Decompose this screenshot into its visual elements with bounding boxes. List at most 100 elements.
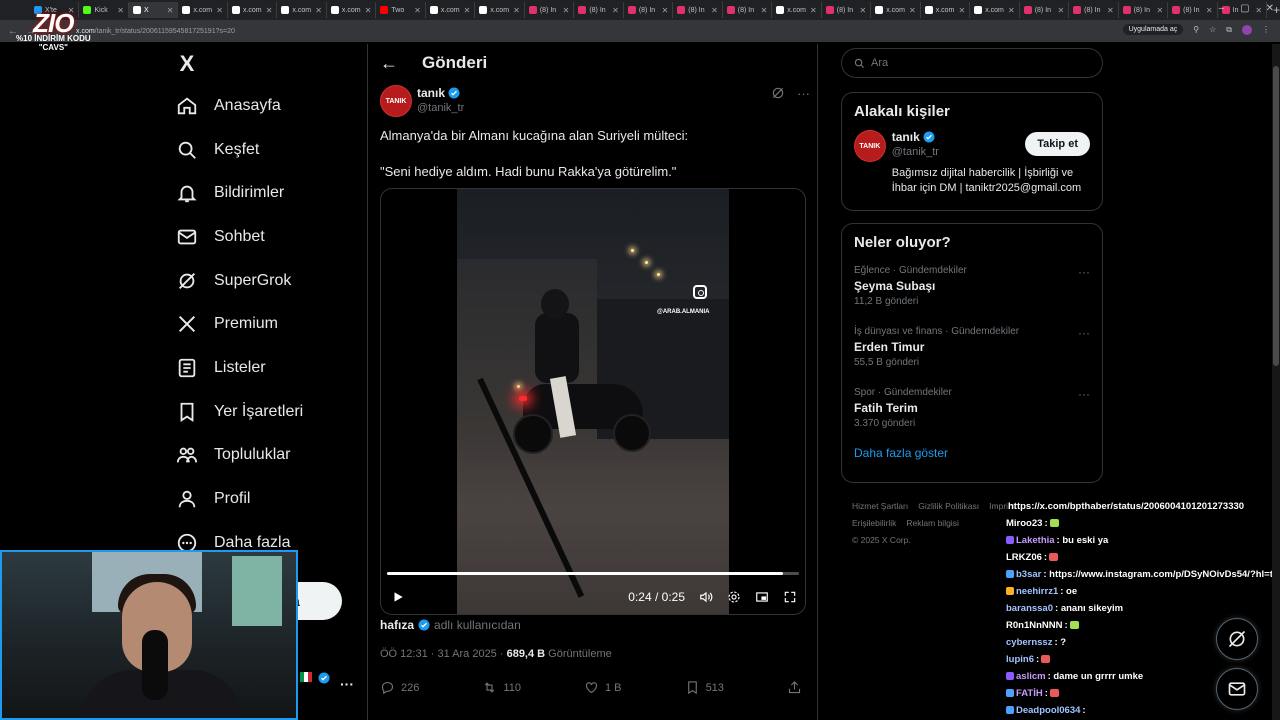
browser-tab[interactable]: x.com ✕ xyxy=(426,2,476,18)
tab-close-icon[interactable]: ✕ xyxy=(959,6,966,15)
browser-tab[interactable]: (8) In ✕ xyxy=(673,2,723,18)
show-more-link[interactable]: Daha fazla göster xyxy=(842,442,1102,470)
tab-close-icon[interactable]: ✕ xyxy=(266,6,273,15)
tab-close-icon[interactable]: ✕ xyxy=(1008,6,1015,15)
chat-username[interactable]: b3sar xyxy=(1016,569,1041,580)
tab-close-icon[interactable]: ✕ xyxy=(1206,6,1213,15)
repost-button[interactable]: 110 xyxy=(482,680,521,695)
chat-username[interactable]: FATİH xyxy=(1016,688,1043,699)
follow-button[interactable]: Takip et xyxy=(1025,132,1090,156)
browser-tab[interactable]: x.com ✕ xyxy=(475,2,525,18)
url-field[interactable]: x.com/tanik_tr/status/200611595458172519… xyxy=(76,28,235,35)
new-tab-button[interactable]: + xyxy=(1273,3,1280,17)
messages-fab-button[interactable] xyxy=(1216,668,1258,710)
browser-tab[interactable]: x.com ✕ xyxy=(921,2,971,18)
tab-close-icon[interactable]: ✕ xyxy=(315,6,322,15)
footer-link[interactable]: Hizmet Şartları xyxy=(852,501,908,511)
share-button[interactable] xyxy=(787,680,802,695)
minimize-icon[interactable]: – xyxy=(1219,3,1225,14)
browser-tab[interactable]: (8) In ✕ xyxy=(574,2,624,18)
tab-close-icon[interactable]: ✕ xyxy=(1156,6,1163,15)
maximize-icon[interactable]: ▢ xyxy=(1240,3,1249,14)
sidebar-item-7[interactable]: Listeler xyxy=(170,346,365,390)
chat-username[interactable]: Miroo23 xyxy=(1006,518,1042,529)
browser-tab[interactable]: (8) In ✕ xyxy=(1069,2,1119,18)
author-avatar[interactable]: TANIK xyxy=(380,85,412,117)
tab-close-icon[interactable]: ✕ xyxy=(761,6,768,15)
related-avatar[interactable]: TANIK xyxy=(854,130,886,162)
related-person[interactable]: TANIK tanık @tanik_tr Bağımsız dijital h… xyxy=(842,120,1102,206)
browser-tab[interactable]: x.com ✕ xyxy=(871,2,921,18)
browser-tab[interactable]: x.com ✕ xyxy=(772,2,822,18)
account-more-button[interactable]: ··· xyxy=(340,676,354,692)
trend-item[interactable]: İş dünyası ve finans · Gündemdekiler Erde… xyxy=(842,320,1102,381)
browser-tab[interactable]: (8) In ✕ xyxy=(822,2,872,18)
browser-tab[interactable]: x.com ✕ xyxy=(277,2,327,18)
tab-close-icon[interactable]: ✕ xyxy=(662,6,669,15)
tab-close-icon[interactable]: ✕ xyxy=(167,6,174,15)
sidebar-item-6[interactable]: Premium xyxy=(170,302,365,346)
related-name[interactable]: tanık xyxy=(892,130,920,144)
browser-tab[interactable]: x.com ✕ xyxy=(327,2,377,18)
scrollbar-thumb[interactable] xyxy=(1273,66,1279,366)
grok-fab-button[interactable] xyxy=(1216,618,1258,660)
sidebar-item-10[interactable]: Profil xyxy=(170,477,365,521)
browser-tab[interactable]: x.com ✕ xyxy=(178,2,228,18)
chat-username[interactable]: baranssa0 xyxy=(1006,603,1053,614)
attribution-name[interactable]: hafıza xyxy=(380,618,414,632)
video-frame[interactable]: @ARAB.ALMANIA xyxy=(457,189,729,614)
browser-tab[interactable]: (8) In ✕ xyxy=(1020,2,1070,18)
chat-username[interactable]: LRKZ06 xyxy=(1006,552,1042,563)
x-logo-icon[interactable]: X xyxy=(170,44,204,84)
footer-link[interactable]: Erişilebilirlik xyxy=(852,518,896,528)
play-icon[interactable] xyxy=(391,590,405,604)
browser-tab[interactable]: Two ✕ xyxy=(376,2,426,18)
tab-close-icon[interactable]: ✕ xyxy=(464,6,471,15)
tab-close-icon[interactable]: ✕ xyxy=(1057,6,1064,15)
tab-close-icon[interactable]: ✕ xyxy=(414,6,421,15)
tab-close-icon[interactable]: ✕ xyxy=(810,6,817,15)
post-timestamp[interactable]: ÖÖ 12:31 · 31 Ara 2025 · xyxy=(380,648,507,660)
open-in-app-button[interactable]: Uygulamada aç xyxy=(1122,24,1184,35)
chat-username[interactable]: cybernssz xyxy=(1006,637,1052,648)
post-more-icon[interactable]: ··· xyxy=(797,86,810,101)
star-icon[interactable]: ☆ xyxy=(1209,25,1216,34)
page-scrollbar[interactable] xyxy=(1272,44,1280,720)
author-handle[interactable]: @tanik_tr xyxy=(417,102,464,114)
like-button[interactable]: 1 B xyxy=(584,680,622,695)
footer-link[interactable]: © 2025 X Corp. xyxy=(852,535,911,545)
tab-close-icon[interactable]: ✕ xyxy=(1107,6,1114,15)
browser-tab[interactable]: (8) In ✕ xyxy=(525,2,575,18)
trend-more-icon[interactable]: ··· xyxy=(1078,387,1090,401)
trend-more-icon[interactable]: ··· xyxy=(1078,265,1090,279)
tab-close-icon[interactable]: ✕ xyxy=(860,6,867,15)
sidebar-item-3[interactable]: Bildirimler xyxy=(170,171,365,215)
tab-close-icon[interactable]: ✕ xyxy=(909,6,916,15)
reply-button[interactable]: 226 xyxy=(380,680,419,695)
video-player[interactable]: @ARAB.ALMANIA 0:24 / 0:25 xyxy=(380,188,806,615)
close-window-icon[interactable]: ✕ xyxy=(1266,3,1274,14)
browser-tab[interactable]: X ✕ xyxy=(128,2,179,18)
tab-close-icon[interactable]: ✕ xyxy=(117,6,124,15)
trend-item[interactable]: Eğlence · Gündemdekiler Şeyma Subaşı 11,2 … xyxy=(842,259,1102,320)
browser-tab[interactable]: (8) In ✕ xyxy=(1119,2,1169,18)
sidebar-item-8[interactable]: Yer İşaretleri xyxy=(170,390,365,434)
sidebar-item-1[interactable]: Anasayfa xyxy=(170,84,365,128)
zoom-icon[interactable]: ⚲ xyxy=(1193,25,1199,34)
video-progress-bar[interactable] xyxy=(387,572,799,575)
bookmark-button[interactable]: 513 xyxy=(685,680,724,695)
trend-item[interactable]: Spor · Gündemdekiler Fatih Terim 3.370 gön… xyxy=(842,381,1102,442)
footer-link[interactable]: Gizlilik Politikası xyxy=(918,501,979,511)
grok-icon[interactable] xyxy=(771,86,785,100)
picture-in-picture-icon[interactable] xyxy=(755,590,769,604)
menu-icon[interactable]: ⋮ xyxy=(1262,25,1270,34)
chat-username[interactable]: Lakethia xyxy=(1016,535,1055,546)
sidebar-item-2[interactable]: Keşfet xyxy=(170,128,365,172)
sidebar-item-9[interactable]: Topluluklar xyxy=(170,434,365,478)
search-input[interactable]: Ara xyxy=(841,48,1103,78)
back-arrow-icon[interactable]: ← xyxy=(380,53,410,74)
chat-username[interactable]: R0n1NnNNN xyxy=(1006,620,1062,631)
browser-tab[interactable]: x.com ✕ xyxy=(970,2,1020,18)
trend-more-icon[interactable]: ··· xyxy=(1078,326,1090,340)
post-author[interactable]: TANIK tanık @tanik_tr xyxy=(380,85,464,117)
